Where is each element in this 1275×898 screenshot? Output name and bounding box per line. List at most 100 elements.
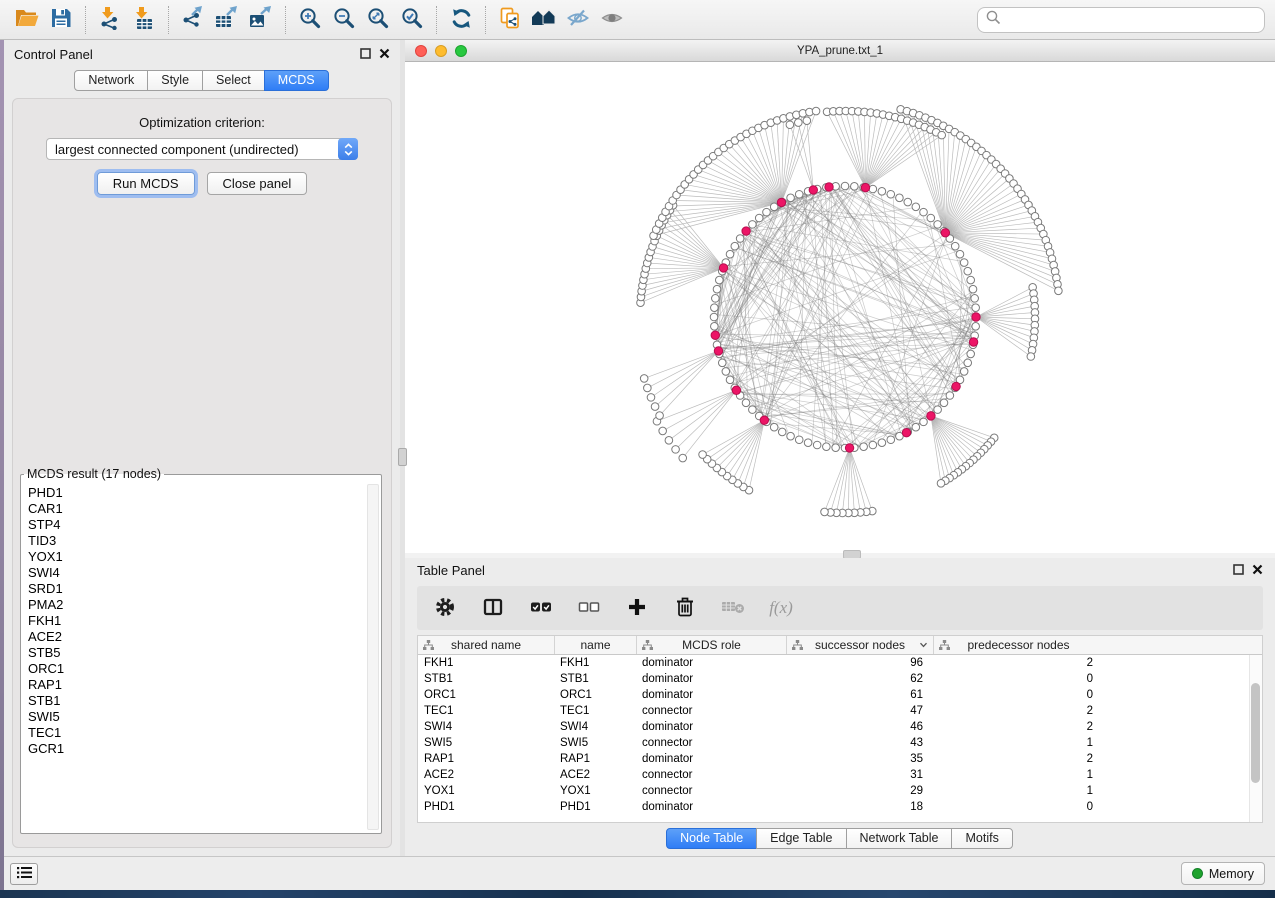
mcds-result-scrollbar[interactable] [367,484,379,830]
add-column-button[interactable] [625,596,649,620]
network-canvas[interactable] [405,62,1275,553]
first-neighbors-button[interactable] [527,4,561,36]
deselect-all-button[interactable] [577,596,601,620]
table-scrollbar[interactable] [1249,655,1262,822]
table-row[interactable]: STB1STB1dominator620 [418,671,1262,687]
criterion-select[interactable]: largest connected component (undirected) [46,138,358,160]
zoom-out-button[interactable] [327,4,361,36]
table-row[interactable]: ORC1ORC1dominator610 [418,687,1262,703]
tab-node-table[interactable]: Node Table [666,828,757,849]
mcds-result-item[interactable]: ORC1 [28,661,365,677]
mcds-result-item[interactable]: SWI5 [28,709,365,725]
mcds-result-item[interactable]: PMA2 [28,597,365,613]
tab-network[interactable]: Network [74,70,148,91]
tab-mcds[interactable]: MCDS [264,70,329,91]
toolbar-separator [168,6,169,34]
table-row[interactable]: SWI5SWI5connector431 [418,735,1262,751]
tab-edge-table[interactable]: Edge Table [756,828,846,849]
float-panel-icon[interactable] [360,47,371,62]
close-panel-icon[interactable] [379,47,390,62]
zoom-in-button[interactable] [293,4,327,36]
table-cell: TEC1 [418,703,554,719]
import-network-button[interactable] [93,4,127,36]
table-cell: STB1 [418,671,554,687]
tab-style[interactable]: Style [147,70,203,91]
mcds-result-item[interactable]: TEC1 [28,725,365,741]
column-header-predecessor-nodes[interactable]: predecessor nodes [933,636,1103,654]
criterion-selected-value: largest connected component (undirected) [47,142,339,157]
table-row[interactable]: SWI4SWI4dominator462 [418,719,1262,735]
panel-menu-button[interactable] [10,863,38,885]
table-cell: dominator [636,799,786,815]
zoom-selected-button[interactable] [395,4,429,36]
search-input[interactable] [1007,12,1256,27]
mcds-result-item[interactable]: FKH1 [28,613,365,629]
save-floppy-icon [50,7,72,32]
mcds-result-item[interactable]: ACE2 [28,629,365,645]
mcds-result-item[interactable]: SRD1 [28,581,365,597]
export-image-button[interactable] [244,4,278,36]
network-window-titlebar[interactable]: YPA_prune.txt_1 [405,40,1275,62]
float-panel-icon[interactable] [1233,563,1244,578]
select-all-button[interactable] [529,596,553,620]
table-row[interactable]: RAP1RAP1dominator352 [418,751,1262,767]
mcds-result-item[interactable]: STB1 [28,693,365,709]
table-row[interactable]: PHD1PHD1dominator180 [418,799,1262,815]
column-header-shared-name[interactable]: shared name [418,636,554,654]
table-panel-title: Table Panel [417,563,485,578]
export-network-button[interactable] [176,4,210,36]
mcds-result-item[interactable]: CAR1 [28,501,365,517]
mcds-result-item[interactable]: TID3 [28,533,365,549]
eye-icon [600,8,624,31]
mcds-result-item[interactable]: STB5 [28,645,365,661]
column-header-successor-nodes[interactable]: successor nodes [786,636,933,654]
table-row[interactable]: YOX1YOX1connector291 [418,783,1262,799]
optimization-criterion-label: Optimization criterion: [13,115,391,130]
table-settings-button[interactable] [433,596,457,620]
show-all-button[interactable] [595,4,629,36]
table-row[interactable]: TEC1TEC1connector472 [418,703,1262,719]
export-table-button[interactable] [210,4,244,36]
save-session-button[interactable] [44,4,78,36]
splitter-handle[interactable] [398,448,407,466]
mcds-result-item[interactable]: STP4 [28,517,365,533]
table-cell: ACE2 [554,767,636,783]
table-cell: SWI5 [554,735,636,751]
refresh-layout-button[interactable] [444,4,478,36]
table-row[interactable]: FKH1FKH1dominator962 [418,655,1262,671]
hide-selected-button[interactable] [561,4,595,36]
table-cell: 43 [786,735,933,751]
table-scrollbar-thumb[interactable] [1251,683,1260,783]
mcds-result-item[interactable]: SWI4 [28,565,365,581]
open-session-button[interactable] [10,4,44,36]
mcds-result-item[interactable]: YOX1 [28,549,365,565]
table-cell: 31 [786,767,933,783]
run-mcds-button[interactable]: Run MCDS [97,172,195,195]
zoom-fit-button[interactable] [361,4,395,36]
close-panel-icon[interactable] [1252,563,1263,578]
plus-icon [627,597,647,620]
column-header-MCDS-role[interactable]: MCDS role [636,636,786,654]
close-panel-button[interactable]: Close panel [207,172,308,195]
mcds-result-item[interactable]: RAP1 [28,677,365,693]
column-header-name[interactable]: name [554,636,636,654]
table-cell: PHD1 [554,799,636,815]
tab-motifs[interactable]: Motifs [951,828,1012,849]
table-cell: ORC1 [554,687,636,703]
table-cell: SWI4 [554,719,636,735]
delete-row-button[interactable] [673,596,697,620]
table-cell: 0 [933,799,1103,815]
tab-network-table[interactable]: Network Table [846,828,953,849]
mcds-result-item[interactable]: PHD1 [28,485,365,501]
memory-button[interactable]: Memory [1181,862,1265,885]
table-cell: SWI5 [418,735,554,751]
sort-descending-icon [919,642,928,648]
copy-network-button[interactable] [493,4,527,36]
table-cell: YOX1 [554,783,636,799]
show-columns-button[interactable] [481,596,505,620]
import-table-button[interactable] [127,4,161,36]
table-row[interactable]: ACE2ACE2connector311 [418,767,1262,783]
tab-select[interactable]: Select [202,70,265,91]
mcds-result-item[interactable]: GCR1 [28,741,365,757]
toolbar-separator [285,6,286,34]
